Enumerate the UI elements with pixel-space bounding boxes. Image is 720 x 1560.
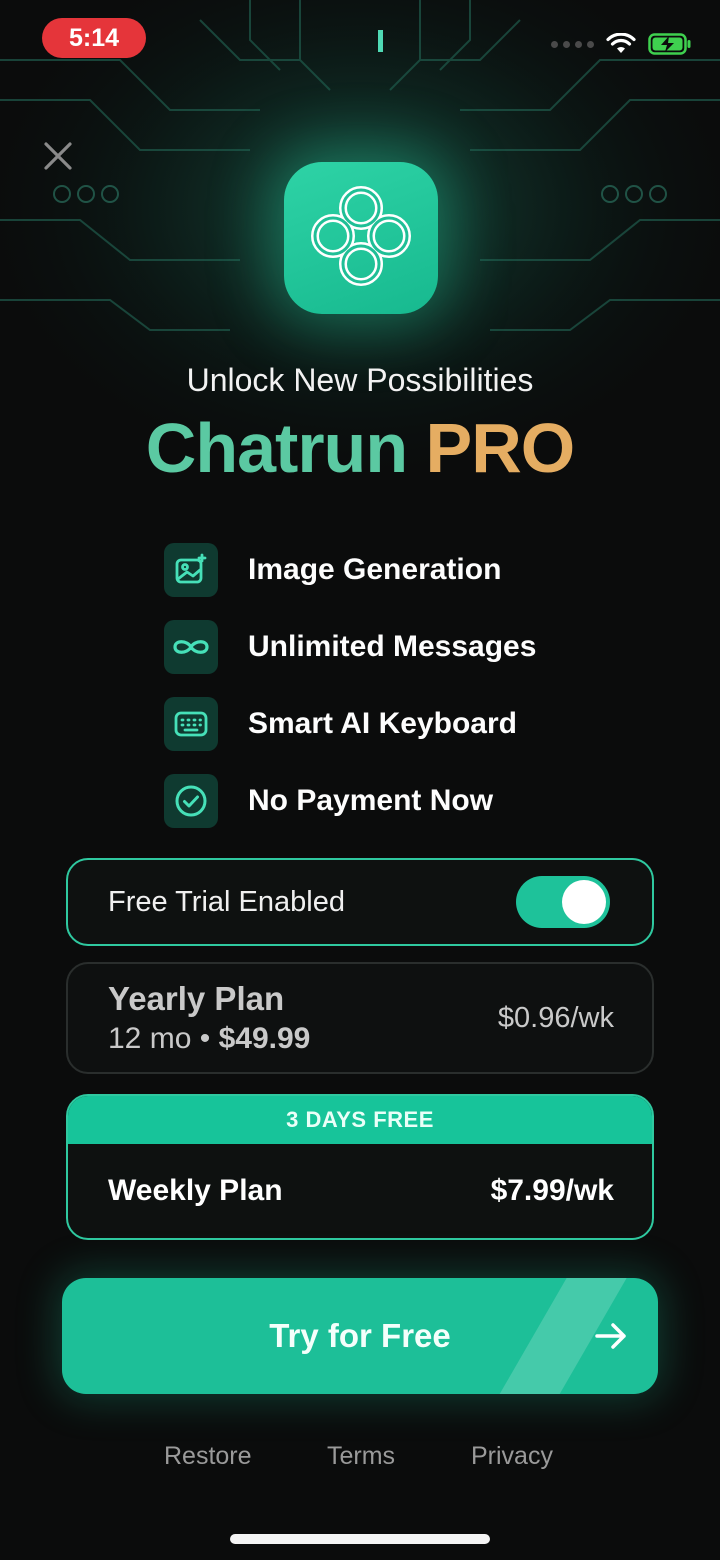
image-sparkle-icon	[164, 543, 218, 597]
app-icon	[284, 162, 438, 314]
feature-item: No Payment Now	[164, 773, 536, 829]
free-trial-toggle[interactable]	[516, 876, 610, 928]
cta-label: Try for Free	[269, 1317, 451, 1354]
headline: Unlock New Possibilities	[186, 362, 534, 398]
toggle-knob	[562, 880, 606, 924]
home-indicator[interactable]	[230, 1534, 490, 1544]
weekly-plan-body: Weekly Plan $7.99/wk	[68, 1144, 652, 1238]
arrow-right-icon	[594, 1320, 628, 1352]
feature-label: Unlimited Messages	[248, 630, 537, 663]
weekly-plan-option[interactable]: 3 DAYS FREE Weekly Plan $7.99/wk	[66, 1094, 654, 1240]
privacy-link[interactable]: Privacy	[471, 1442, 553, 1471]
knot-logo-icon	[305, 180, 417, 297]
feature-item: Image Generation	[164, 542, 536, 598]
terms-link[interactable]: Terms	[327, 1442, 395, 1471]
yearly-plan-total: $49.99	[218, 1022, 311, 1055]
check-circle-icon	[164, 774, 218, 828]
wifi-icon	[606, 33, 636, 55]
brand-title: Chatrun PRO	[0, 408, 720, 488]
feature-item: Smart AI Keyboard	[164, 696, 536, 752]
keyboard-icon	[164, 697, 218, 751]
brand-tier: PRO	[425, 409, 576, 487]
yearly-plan-option[interactable]: Yearly Plan 12 mo • $49.99 $0.96/wk	[66, 962, 654, 1074]
battery-charging-icon	[648, 33, 692, 55]
infinity-icon	[164, 620, 218, 674]
yearly-plan-title: Yearly Plan	[108, 980, 285, 1017]
try-for-free-button[interactable]: Try for Free	[62, 1278, 658, 1394]
close-icon[interactable]	[40, 138, 76, 174]
yearly-plan-price: $0.96/wk	[497, 1001, 614, 1034]
status-bar-icons	[551, 26, 692, 62]
feature-list: Image Generation Unlimited Messages Smar…	[164, 542, 536, 850]
yearly-plan-info: Yearly Plan 12 mo • $49.99	[108, 980, 310, 1056]
free-trial-row[interactable]: Free Trial Enabled	[66, 858, 654, 946]
feature-label: Image Generation	[248, 553, 502, 586]
brand-name: Chatrun	[145, 409, 408, 487]
feature-label: No Payment Now	[248, 784, 494, 817]
yearly-plan-duration: 12 mo	[108, 1022, 192, 1055]
signal-dots-icon	[551, 40, 594, 48]
restore-link[interactable]: Restore	[164, 1442, 252, 1471]
yearly-plan-separator: •	[199, 1022, 211, 1055]
weekly-plan-title: Weekly Plan	[108, 1174, 283, 1207]
footer-links: Restore Terms Privacy	[0, 1442, 720, 1478]
free-trial-label: Free Trial Enabled	[108, 885, 345, 918]
feature-item: Unlimited Messages	[164, 619, 536, 675]
feature-label: Smart AI Keyboard	[248, 707, 517, 740]
free-days-badge: 3 DAYS FREE	[68, 1096, 652, 1144]
status-time: 5:14	[42, 18, 146, 58]
yearly-plan-subtitle: 12 mo • $49.99	[108, 1022, 310, 1056]
weekly-plan-price: $7.99/wk	[490, 1174, 614, 1207]
